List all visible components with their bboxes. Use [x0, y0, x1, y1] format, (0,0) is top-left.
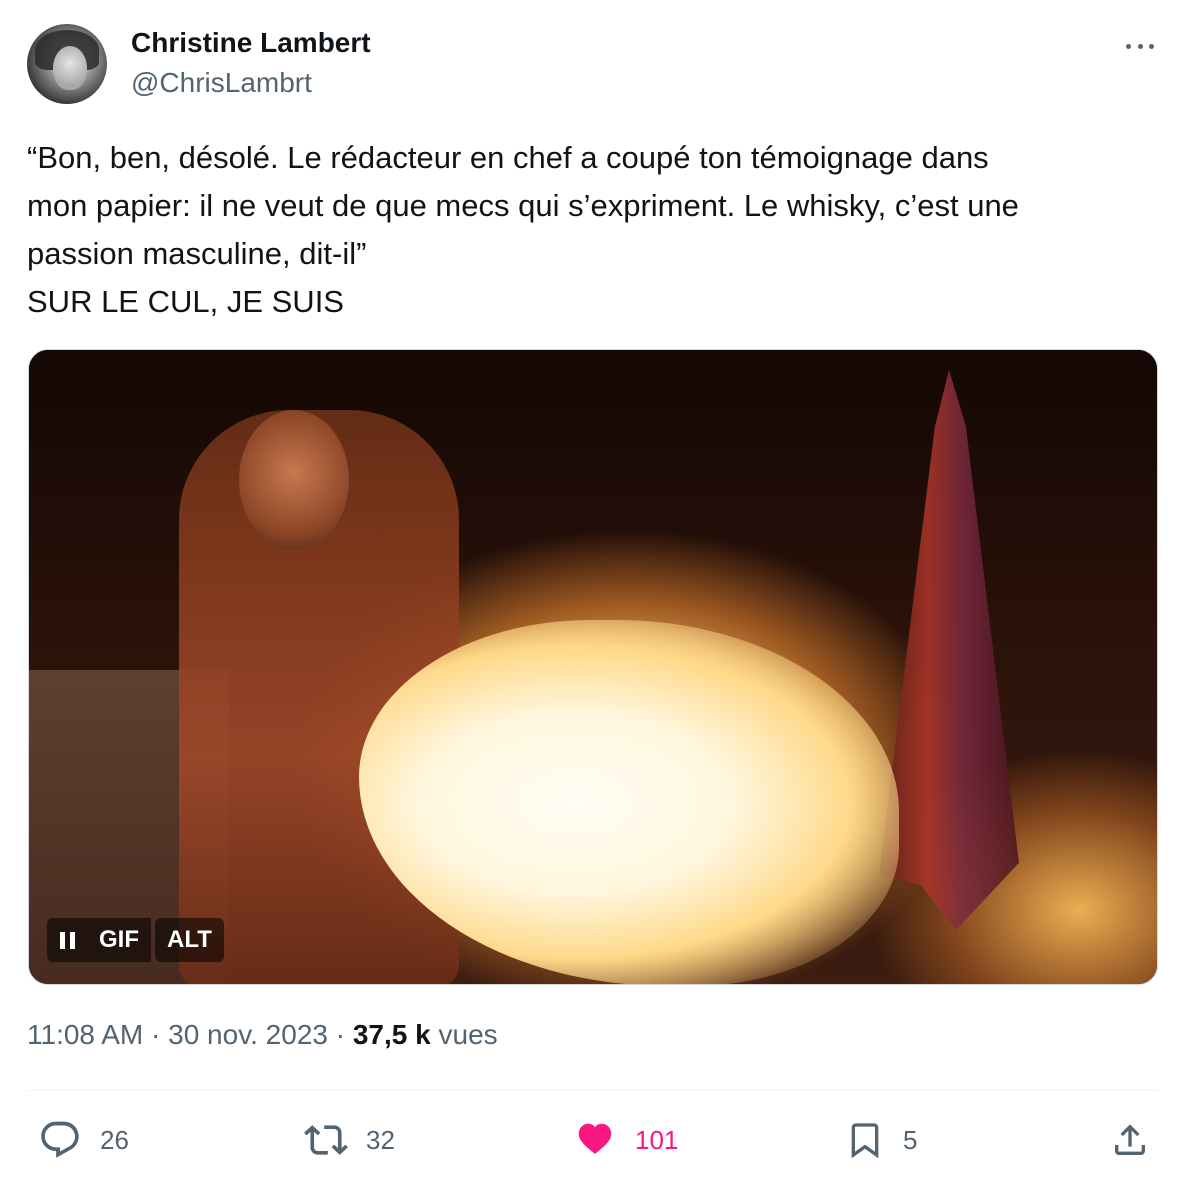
media-person-head — [239, 410, 349, 550]
tweet-meta: 11:08 AM · 30 nov. 2023 · 37,5 k vues — [27, 1019, 498, 1051]
meta-separator: · — [151, 1019, 161, 1050]
heart-icon — [578, 1123, 612, 1154]
bookmark-button[interactable]: 5 — [845, 1118, 917, 1162]
gif-media[interactable]: GIF ALT — [28, 349, 1158, 985]
divider — [27, 1090, 1158, 1091]
reply-button[interactable]: 26 — [38, 1118, 129, 1162]
bookmark-icon — [851, 1123, 879, 1159]
meta-separator: · — [335, 1019, 346, 1050]
reply-icon — [41, 1121, 79, 1158]
bookmark-count: 5 — [903, 1124, 918, 1155]
tweet-text-line: SUR LE CUL, JE SUIS — [27, 284, 344, 319]
share-icon — [1115, 1124, 1145, 1155]
pause-icon[interactable] — [47, 918, 87, 962]
tweet-text-line: “Bon, ben, désolé. Le rédacteur en chef … — [27, 140, 989, 175]
tweet-date[interactable]: 30 nov. 2023 — [168, 1019, 328, 1050]
alt-button[interactable]: ALT — [155, 918, 224, 962]
retweet-count: 32 — [366, 1124, 395, 1155]
retweet-button[interactable]: 32 — [304, 1118, 395, 1162]
reply-count: 26 — [100, 1124, 129, 1155]
like-count: 101 — [635, 1124, 679, 1155]
gif-badge: GIF — [87, 918, 151, 962]
share-button[interactable] — [1110, 1118, 1150, 1162]
avatar-face — [53, 46, 87, 90]
retweet-icon — [304, 1125, 348, 1155]
avatar[interactable] — [27, 24, 107, 104]
tweet-text-line: passion masculine, dit-il” — [27, 236, 367, 271]
like-button[interactable]: 101 — [573, 1118, 678, 1162]
views-label: vues — [438, 1019, 498, 1050]
more-options-icon[interactable] — [1122, 36, 1158, 56]
tweet-time[interactable]: 11:08 AM — [27, 1019, 143, 1050]
views-count: 37,5 k — [352, 1019, 431, 1050]
tweet-card: Christine Lambert @ChrisLambrt “Bon, ben… — [0, 0, 1186, 1184]
tweet-text: “Bon, ben, désolé. Le rédacteur en chef … — [27, 134, 1157, 326]
author-display-name[interactable]: Christine Lambert — [131, 27, 371, 59]
media-controls: GIF ALT — [47, 918, 224, 962]
tweet-text-line: mon papier: il ne veut de que mecs qui s… — [27, 188, 1019, 223]
author-handle[interactable]: @ChrisLambrt — [131, 67, 312, 99]
